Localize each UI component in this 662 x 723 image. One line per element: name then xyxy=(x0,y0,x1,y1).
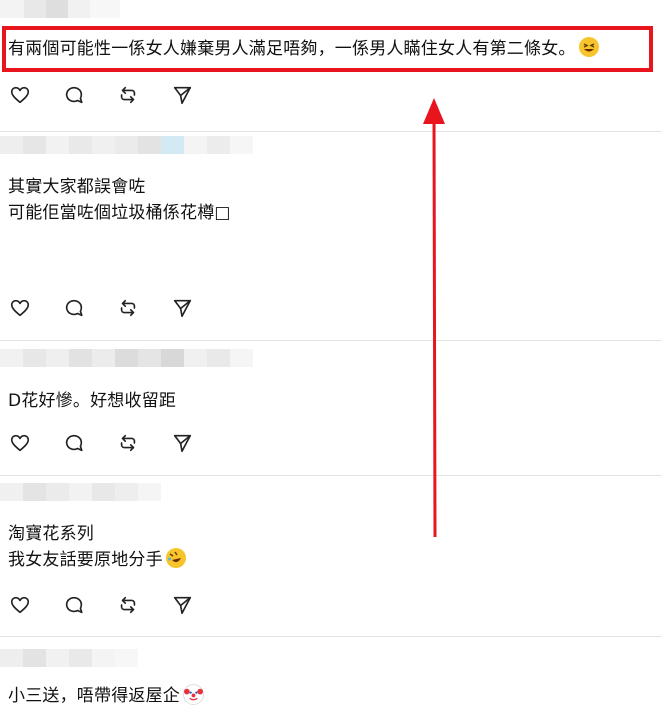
red-arrow xyxy=(423,98,445,538)
